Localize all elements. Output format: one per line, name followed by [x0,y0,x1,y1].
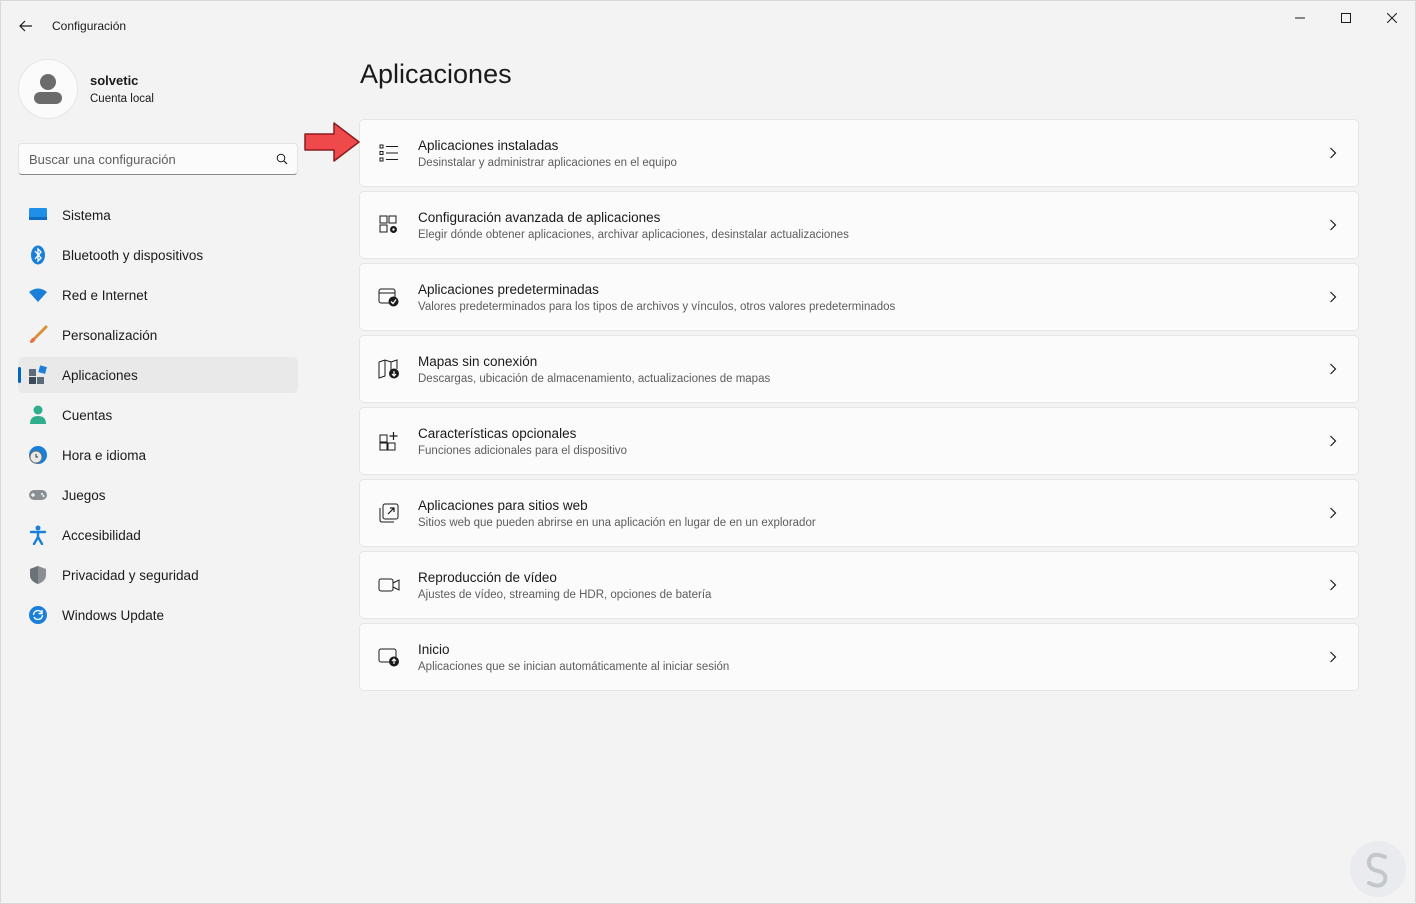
card-subtitle: Sitios web que pueden abrirse en una apl… [418,516,816,529]
sidebar-item-label: Sistema [62,207,111,223]
sidebar-item-label: Bluetooth y dispositivos [62,247,204,263]
title-bar: Configuración [1,1,1415,49]
card-aplicaciones-sitios-web[interactable]: Aplicaciones para sitios web Sitios web … [359,479,1359,547]
card-subtitle: Aplicaciones que se inician automáticame… [418,660,730,673]
window-title: Configuración [52,19,127,33]
sidebar-item-label: Cuentas [62,407,113,423]
sidebar-item-label: Privacidad y seguridad [62,567,199,583]
sidebar-nav: Sistema Bluetooth y dispositivos Red e I… [18,197,298,637]
accessibility-icon [28,525,48,545]
card-configuracion-avanzada[interactable]: Configuración avanzada de aplicaciones E… [359,191,1359,259]
chevron-right-icon [1308,363,1358,375]
search-input[interactable] [29,151,267,167]
sidebar-item-accesibilidad[interactable]: Accesibilidad [18,517,298,553]
card-title: Mapas sin conexión [418,353,538,369]
card-subtitle: Descargas, ubicación de almacenamiento, … [418,372,771,385]
sidebar-item-label: Windows Update [62,607,165,623]
bluetooth-icon [28,245,48,265]
monitor-icon [28,205,48,225]
apps-icon [28,365,48,385]
card-reproduccion-video[interactable]: Reproducción de vídeo Ajustes de vídeo, … [359,551,1359,619]
card-caracteristicas-opcionales[interactable]: Características opcionales Funciones adi… [359,407,1359,475]
card-aplicaciones-instaladas[interactable]: Aplicaciones instaladas Desinstalar y ad… [359,119,1359,187]
card-inicio[interactable]: Inicio Aplicaciones que se inician autom… [359,623,1359,691]
refresh-icon [28,605,48,625]
sidebar-item-label: Red e Internet [62,287,148,303]
chevron-right-icon [1308,147,1358,159]
sidebar-item-aplicaciones[interactable]: Aplicaciones [18,357,298,393]
card-title: Configuración avanzada de aplicaciones [418,209,661,225]
paintbrush-icon [28,325,48,345]
sidebar-item-label: Accesibilidad [62,527,141,543]
user-profile[interactable]: solvetic Cuenta local [18,59,154,119]
back-button[interactable] [11,11,41,41]
close-button[interactable] [1369,1,1415,35]
minimize-icon [1295,17,1305,19]
gamepad-icon [28,485,48,505]
card-subtitle: Ajustes de vídeo, streaming de HDR, opci… [418,588,712,601]
search-box [18,143,298,175]
profile-account-type: Cuenta local [90,93,154,105]
card-subtitle: Valores predeterminados para los tipos d… [418,300,896,313]
sidebar-item-windows-update[interactable]: Windows Update [18,597,298,633]
list-icon [360,144,418,162]
open-external-icon [360,503,418,523]
sidebar-item-personalizacion[interactable]: Personalización [18,317,298,353]
maximize-icon [1341,13,1351,23]
card-title: Aplicaciones para sitios web [418,497,588,513]
chevron-right-icon [1308,579,1358,591]
chevron-right-icon [1308,435,1358,447]
settings-window: Configuración solvetic Cuenta local Busc… [0,0,1416,904]
profile-name: solvetic [90,73,139,88]
sidebar-item-bluetooth[interactable]: Bluetooth y dispositivos [18,237,298,273]
page-title: Aplicaciones [360,59,512,89]
sidebar-item-juegos[interactable]: Juegos [18,477,298,513]
sidebar-item-label: Juegos [62,487,106,503]
card-title: Características opcionales [418,425,577,441]
card-title: Aplicaciones predeterminadas [418,281,599,297]
sidebar-item-privacidad[interactable]: Privacidad y seguridad [18,557,298,593]
card-subtitle: Elegir dónde obtener aplicaciones, archi… [418,228,849,241]
back-arrow-icon [19,20,32,32]
shield-icon [28,565,48,585]
card-title: Aplicaciones instaladas [418,137,559,153]
chevron-right-icon [1308,219,1358,231]
profile-info: solvetic Cuenta local [90,73,154,105]
chevron-right-icon [1308,291,1358,303]
chevron-right-icon [1308,507,1358,519]
card-title: Inicio [418,641,450,657]
card-subtitle: Funciones adicionales para el dispositiv… [418,444,628,457]
sidebar-item-label: Personalización [62,327,158,343]
globe-clock-icon [28,445,48,465]
card-title: Reproducción de vídeo [418,569,557,585]
search-icon[interactable] [267,153,297,165]
video-icon [360,577,418,593]
watermark-logo-icon [1350,841,1406,897]
sidebar-item-label: Aplicaciones [62,367,138,383]
window-controls [1277,1,1415,35]
window-check-icon [360,287,418,307]
close-icon [1387,13,1397,23]
card-aplicaciones-predeterminadas[interactable]: Aplicaciones predeterminadas Valores pre… [359,263,1359,331]
sidebar-item-label: Hora e idioma [62,447,147,463]
person-avatar-icon [34,74,62,104]
sidebar-item-sistema[interactable]: Sistema [18,197,298,233]
sidebar-item-red[interactable]: Red e Internet [18,277,298,313]
settings-card-list: Aplicaciones instaladas Desinstalar y ad… [359,119,1359,695]
maximize-button[interactable] [1323,1,1369,35]
sidebar-item-cuentas[interactable]: Cuentas [18,397,298,433]
sidebar-item-hora[interactable]: Hora e idioma [18,437,298,473]
card-subtitle: Desinstalar y administrar aplicaciones e… [418,156,677,169]
person-icon [28,405,48,425]
wifi-icon [28,285,48,305]
minimize-button[interactable] [1277,1,1323,35]
card-mapas-sin-conexion[interactable]: Mapas sin conexión Descargas, ubicación … [359,335,1359,403]
startup-icon [360,647,418,667]
grid-add-icon [360,431,418,451]
avatar [18,59,78,119]
annotation-arrow-icon [304,122,360,162]
app-gear-icon [360,215,418,235]
map-download-icon [360,359,418,379]
chevron-right-icon [1308,651,1358,663]
